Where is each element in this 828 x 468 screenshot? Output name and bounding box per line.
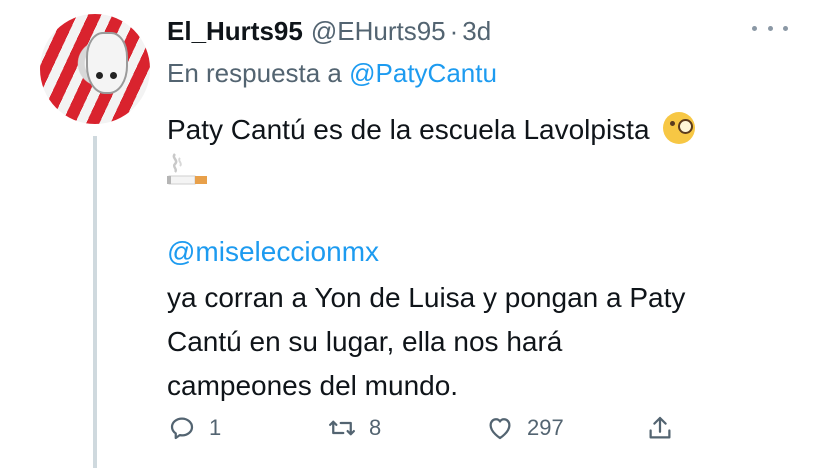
- tweet-header: El_Hurts95 @EHurts95 · 3d: [167, 14, 491, 48]
- reply-button[interactable]: 1: [167, 410, 221, 446]
- tweet-action-bar: 1 8 297: [167, 410, 767, 450]
- reply-context: En respuesta a @PatyCantu: [167, 58, 497, 89]
- face-with-monocle-emoji: [663, 112, 696, 144]
- tweet-text-line-4: campeones del mundo.: [167, 370, 459, 401]
- display-name[interactable]: El_Hurts95: [167, 16, 303, 47]
- user-avatar[interactable]: [40, 14, 150, 124]
- heart-icon: [489, 418, 511, 440]
- like-count: 297: [527, 415, 564, 440]
- more-dot: [752, 25, 757, 31]
- avatar-eye-left: [96, 72, 103, 79]
- retweet-button[interactable]: 8: [327, 410, 381, 446]
- more-dot: [767, 25, 773, 31]
- avatar-mask-figure: [86, 32, 128, 94]
- avatar-eye-right: [110, 72, 117, 79]
- like-button[interactable]: 297: [485, 410, 564, 446]
- reply-icon: [170, 417, 194, 440]
- tweet-text: Paty Cantú es de la escuela Lavolpista: [167, 114, 650, 145]
- reply-count: 1: [209, 415, 222, 440]
- tweet-text-line-1: Paty Cantú es de la escuela Lavolpista: [167, 108, 696, 152]
- tweet-text-line-3: Cantú en su lugar, ella nos hará: [167, 326, 563, 357]
- user-handle[interactable]: @EHurts95: [311, 16, 446, 47]
- more-options-icon[interactable]: [752, 16, 788, 40]
- reply-to-mention[interactable]: @PatyCantu: [349, 58, 497, 88]
- cigarette-emoji: [167, 153, 207, 185]
- more-dot: [783, 25, 788, 31]
- thread-connector-line: [93, 136, 97, 468]
- share-icon: [649, 416, 671, 439]
- share-button[interactable]: [645, 410, 675, 446]
- mention-link[interactable]: @miseleccionmx: [167, 230, 379, 274]
- tweet-timestamp[interactable]: 3d: [462, 16, 491, 47]
- retweet-count: 8: [369, 415, 382, 440]
- tweet-text-line-2: ya corran a Yon de Luisa y pongan a Paty: [167, 282, 686, 313]
- retweet-icon: [329, 420, 355, 436]
- header-separator: ·: [449, 15, 459, 46]
- reply-prefix: En respuesta a: [167, 58, 342, 88]
